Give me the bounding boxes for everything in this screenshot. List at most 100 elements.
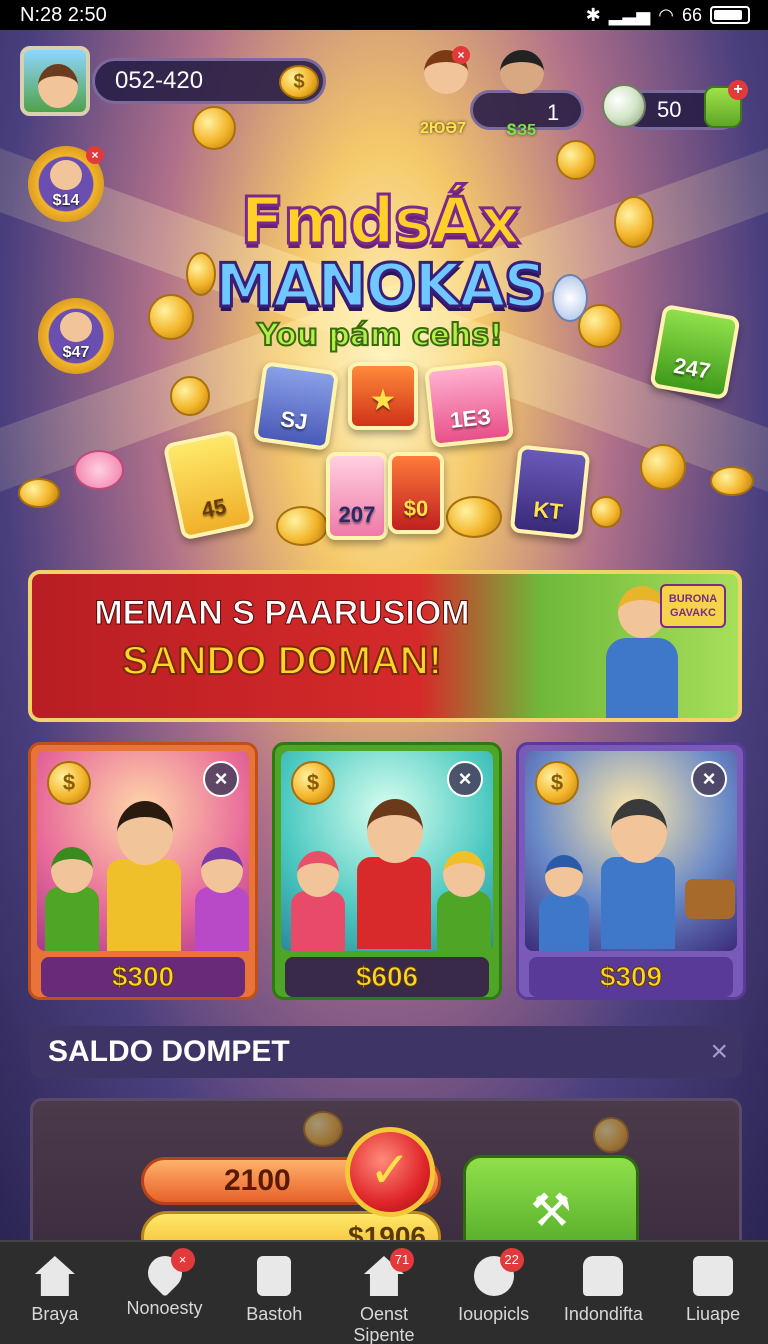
coin-icon: $ [47,761,91,805]
status-icons: ✱ ▂▃▅ ◠ 66 [586,5,750,26]
tile-label: 45 [199,493,229,523]
coin-icon [590,496,622,528]
nav-item-braya[interactable]: Braya [3,1256,107,1325]
nav-item-oenst-sipente[interactable]: 71 Oenst Sipente [332,1248,436,1344]
wallet-panel: 2100 $1906 ✓ ⚒ [30,1098,742,1240]
coin-icon [18,478,60,508]
bag-icon [693,1256,734,1296]
game-tile: ★ [348,362,418,430]
close-icon[interactable]: × [691,761,727,797]
logo-line-2: MANOKAS [214,251,549,321]
game-tile: 1ЕЗ [424,359,514,449]
player-id: 052-420 [115,67,204,94]
battery-icon [710,6,750,24]
friend-remove-badge[interactable]: × [452,46,470,64]
chip-icon [74,450,124,490]
token-close-badge[interactable]: × [86,146,104,164]
tile-label: 247 [671,352,713,384]
banner-text: MEMAN S PAARUSIOM SANDO DOMAN! [52,594,512,685]
character-body [606,638,678,718]
logo-line-1: FmdsÁx [239,185,522,259]
offer-card[interactable]: $ × $300 [28,742,258,1000]
tile-label: $0 [403,496,429,521]
coin-icon [192,106,236,150]
coin-icon [303,1111,343,1147]
avatar-face [38,64,78,108]
nav-item-nonoesty[interactable]: × Nonoesty [113,1248,217,1319]
check-icon: ✓ [369,1142,411,1198]
wallet-title: SALDO DOMPET [48,1035,290,1068]
coin-icon: $ [291,761,335,805]
coin-icon [446,496,502,538]
gems-count: 50 [657,97,682,122]
status-time: N:28 2:50 [20,3,107,26]
plus-icon[interactable]: + [728,80,748,100]
player-avatar[interactable] [20,46,90,116]
baby-icon [60,312,92,342]
game-tile: 45 [162,429,256,541]
status-bar: N:28 2:50 ✱ ▂▃▅ ◠ 66 [0,0,768,30]
coin-icon: $ [279,65,319,99]
wifi-icon: ◠ [658,4,674,25]
side-token[interactable]: $47 [38,298,114,374]
coin-icon [276,506,328,546]
nav-label: Indondifta [563,1304,643,1324]
tile-label: KT [532,496,564,525]
battery-level: 66 [681,4,702,25]
player-id-pill[interactable]: 052-420 $ [92,58,326,104]
nav-badge: × [170,1248,195,1272]
coin-icon: $ [535,761,579,805]
nav-item-indondifta[interactable]: Indondifta [551,1256,655,1325]
nav-badge: 71 [389,1248,414,1272]
nav-label: Iouopicls [458,1304,530,1324]
offer-price: $606 [285,957,489,997]
tile-label: SJ [278,406,310,435]
game-tile: 247 [649,303,741,401]
character-head [618,586,666,638]
game-tile: 207 [326,452,388,540]
side-token-value: $47 [62,344,90,361]
nav-item-iouopicls[interactable]: 22 Iouopicls [442,1248,546,1325]
nav-item-bastoh[interactable]: Bastoh [222,1256,326,1325]
nav-badge: 22 [499,1248,524,1272]
hammer-icon: ⚒ [530,1184,572,1236]
offer-card[interactable]: $ × $309 [516,742,746,1000]
coin-icon [640,444,686,490]
hammer-button[interactable]: ⚒ [463,1155,639,1240]
side-token-value: $14 [52,192,80,209]
nav-label: Nonoesty [126,1298,203,1318]
banner-headline: MEMAN S PAARUSIOM [94,594,470,633]
promo-banner[interactable]: MEMAN S PAARUSIOM SANDO DOMAN! BURONA GA… [28,570,742,722]
confirm-button[interactable]: ✓ [345,1127,435,1217]
coin-icon [556,140,596,180]
offer-card[interactable]: $ × $606 [272,742,502,1000]
close-icon[interactable]: × [710,1035,728,1069]
star-icon: ★ [369,384,397,417]
game-scene: 052-420 $ 1 × 2ЮӘ7 ՏЗ5 50 + $14 × $47 Fm… [0,30,768,1240]
coin-icon [593,1117,629,1153]
banner-subheadline: SANDO DOMAN! [121,638,443,684]
tile-label: 207 [338,502,376,527]
nav-label: Braya [31,1304,79,1324]
offer-price: $309 [529,957,733,997]
banner-tag: BURONA GAVAKC [660,584,726,628]
document-icon [257,1256,292,1296]
close-icon[interactable]: × [447,761,483,797]
baby-icon [50,160,82,190]
gem-icon [602,84,646,128]
game-tile: SJ [252,361,340,451]
offer-price: $300 [41,957,245,997]
grid-icon [583,1256,624,1296]
home-icon [34,1256,75,1296]
nav-item-liuape[interactable]: Liuape [661,1256,765,1325]
game-tile: $0 [388,452,444,534]
bluetooth-icon: ✱ [585,4,601,25]
tile-label: 1ЕЗ [448,403,493,433]
game-logo: FmdsÁx MANOKAS You pám cehs! [180,185,580,355]
game-tile: KT [509,444,591,540]
coin-icon [614,196,654,248]
close-icon[interactable]: × [203,761,239,797]
friend-label: 2ЮӘ7 [420,120,466,137]
friend-avatar[interactable] [500,50,544,94]
coin-icon [170,376,210,416]
